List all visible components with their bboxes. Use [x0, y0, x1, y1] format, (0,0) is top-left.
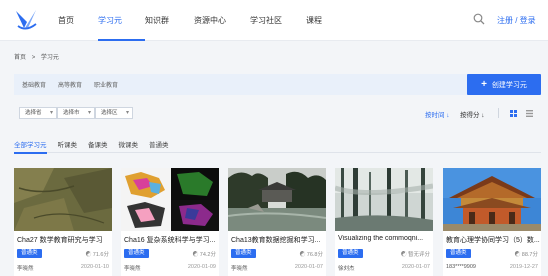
province-select[interactable]: 选择省: [19, 107, 57, 119]
grid-view-icon[interactable]: [510, 110, 517, 117]
filter-basic-education[interactable]: 基础教育: [22, 80, 46, 89]
plus-icon: +: [481, 79, 487, 90]
learning-cell-card[interactable]: Visualizing the commoqni... 普通类 ☯ 暂无评分 徐…: [335, 168, 433, 276]
register-login-link[interactable]: 注册 / 登录: [497, 15, 536, 26]
card-author: 徐刘杰: [338, 266, 355, 272]
learning-cell-card[interactable]: Cha27 数学教育研究与学习 普通类 ☯ 71.6分 李晓然 2020-01-…: [14, 168, 112, 276]
card-date: 2020-01-10: [80, 264, 109, 270]
card-type-badge: 普通类: [231, 249, 256, 258]
filter-vocational-education[interactable]: 职业教育: [94, 80, 118, 89]
tab-listening[interactable]: 听课类: [58, 139, 78, 153]
user-icon: ☯: [299, 252, 306, 258]
card-thumbnail: [443, 168, 541, 231]
user-icon: ☯: [85, 252, 92, 258]
create-learning-cell-button[interactable]: + 创建学习元: [467, 74, 541, 95]
filter-higher-education[interactable]: 高等教育: [58, 80, 82, 89]
card-score: ☯ 88.7分: [514, 252, 538, 258]
learning-cell-card[interactable]: 教育心理学协同学习（5）数... 普通类 ☯ 88.7分 183****9909…: [443, 168, 541, 276]
list-view-icon[interactable]: [526, 110, 533, 117]
nav-learning-cell[interactable]: 学习元: [98, 0, 145, 41]
learning-cell-card[interactable]: Cha16 复杂系统科学与学习... 普通类 ☯ 74.2分 李晓然 2020-…: [121, 168, 219, 276]
education-filter-bar: 基础教育 高等教育 职业教育: [14, 74, 468, 95]
user-icon: ☯: [192, 252, 199, 258]
card-title[interactable]: Cha27 数学教育研究与学习: [17, 235, 111, 245]
card-date: 2020-01-07: [401, 264, 430, 270]
card-thumbnail: [121, 168, 219, 231]
card-score: ☯ 74.2分: [192, 252, 216, 258]
nav-home[interactable]: 首页: [58, 0, 98, 41]
category-tabs: 全部学习元 听课类 备课类 微课类 普通类: [14, 139, 541, 154]
nav-courses[interactable]: 课程: [306, 0, 336, 41]
breadcrumb-current: 学习元: [40, 55, 59, 61]
city-select[interactable]: 选择市: [57, 107, 95, 119]
card-score: ☯ 71.6分: [85, 252, 109, 258]
tab-all[interactable]: 全部学习元: [14, 139, 47, 154]
card-author: 李晓然: [231, 266, 248, 272]
card-type-badge: 普通类: [338, 249, 363, 258]
card-thumbnail: [14, 168, 112, 231]
nav-learning-community[interactable]: 学习社区: [250, 0, 306, 41]
card-score: ☯ 暂无评分: [400, 252, 430, 258]
card-type-badge: 普通类: [446, 249, 471, 258]
nav-resource-center[interactable]: 资源中心: [194, 0, 250, 41]
card-type-badge: 普通类: [124, 249, 149, 258]
card-title[interactable]: 教育心理学协同学习（5）数...: [446, 235, 540, 245]
card-author: 183****9909: [446, 264, 476, 270]
card-title[interactable]: Cha13教育数据挖掘和学习...: [231, 235, 325, 245]
breadcrumb-home[interactable]: 首页: [14, 55, 26, 61]
tab-micro-course[interactable]: 微课类: [119, 139, 139, 153]
nav-knowledge-group[interactable]: 知识群: [145, 0, 194, 41]
card-score: ☯ 76.8分: [299, 252, 323, 258]
top-navbar: 首页 学习元 知识群 资源中心 学习社区 课程 注册 / 登录: [0, 0, 548, 41]
sort-by-time[interactable]: 按时间 ↓: [425, 109, 450, 119]
learning-cell-card[interactable]: Cha13教育数据挖掘和学习... 普通类 ☯ 76.8分 李晓然 2020-0…: [228, 168, 326, 276]
tab-general[interactable]: 普通类: [149, 139, 169, 153]
card-date: 2019-12-27: [509, 264, 538, 270]
search-icon[interactable]: [473, 13, 485, 25]
sort-by-score[interactable]: 按得分 ↓: [460, 109, 485, 119]
card-author: 李晓然: [17, 266, 34, 272]
breadcrumb: 首页 > 学习元: [14, 52, 63, 61]
card-date: 2020-01-09: [187, 264, 216, 270]
main-nav: 首页 学习元 知识群 资源中心 学习社区 课程: [58, 0, 336, 41]
district-select[interactable]: 选择区: [95, 107, 133, 119]
card-thumbnail: [228, 168, 326, 231]
card-type-badge: 普通类: [17, 249, 42, 258]
card-author: 李晓然: [124, 266, 141, 272]
card-title[interactable]: Visualizing the commoqni...: [338, 235, 432, 242]
user-icon: ☯: [514, 252, 521, 258]
divider: [498, 108, 499, 118]
breadcrumb-separator: >: [31, 55, 36, 61]
card-date: 2020-01-07: [294, 264, 323, 270]
user-icon: ☯: [400, 252, 407, 258]
card-title[interactable]: Cha16 复杂系统科学与学习...: [124, 235, 218, 245]
card-thumbnail: [335, 168, 433, 231]
tab-lesson-prep[interactable]: 备课类: [88, 139, 108, 153]
create-button-label: 创建学习元: [491, 81, 527, 89]
logo-icon[interactable]: [14, 8, 38, 32]
